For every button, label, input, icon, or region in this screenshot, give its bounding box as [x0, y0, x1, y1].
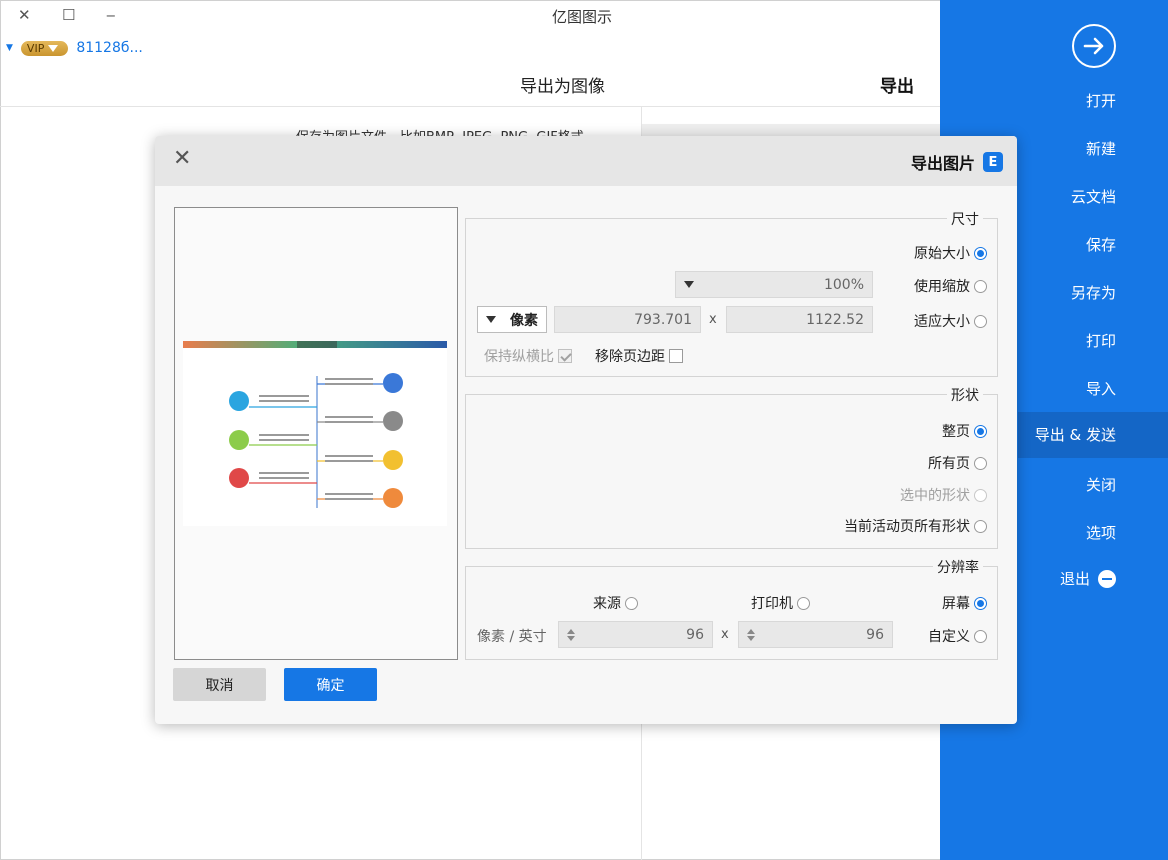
keep-ratio-label: 保持纵横比: [484, 349, 554, 365]
dpi-x-value: 96: [866, 626, 884, 643]
cancel-button[interactable]: 取消: [173, 668, 266, 701]
sidebar-item-print[interactable]: 打印: [1018, 318, 1168, 364]
checkbox-empty-icon: [669, 349, 683, 363]
spinner-icon[interactable]: [567, 628, 575, 641]
selected-shapes-radio[interactable]: 选中的形状: [900, 485, 987, 505]
page-title: 导出: [880, 77, 914, 97]
radio-empty-icon: [974, 314, 987, 328]
header-divider: [0, 106, 940, 107]
export-image-dialog: ✕ 导出图片 E 尺寸 原始大小 使用缩放 100% 适应大小 1122.52 …: [155, 136, 1017, 724]
original-size-label: 原始大小: [914, 246, 970, 262]
dialog-title: 导出图片 E: [911, 150, 1003, 174]
radio-selected-icon: [974, 246, 987, 260]
printer-radio[interactable]: 打印机: [751, 593, 810, 613]
resolution-group-title: 分辨率: [933, 557, 983, 577]
dialog-title-label: 导出图片: [910, 154, 975, 173]
source-radio[interactable]: 来源: [593, 593, 638, 613]
dpi-y-field[interactable]: 96: [558, 621, 713, 648]
all-pages-label: 所有页: [928, 456, 970, 472]
dpi-y-value: 96: [686, 626, 704, 643]
preview-diagram: [183, 341, 447, 526]
spinner-icon[interactable]: [747, 628, 755, 641]
sidebar-item-save-as[interactable]: 另存为: [1018, 270, 1168, 316]
radio-empty-icon: [974, 456, 987, 470]
app-logo-icon: E: [983, 152, 1003, 172]
size-x-separator: x: [709, 312, 717, 327]
shape-group-title: 形状: [947, 385, 983, 405]
export-preview: [174, 207, 458, 660]
current-page-shapes-radio[interactable]: 当前活动页所有形状: [844, 516, 987, 536]
chevron-down-icon: [486, 316, 496, 323]
sidebar-item-cloud[interactable]: 云文档: [1018, 174, 1168, 220]
close-icon[interactable]: ✕: [173, 148, 191, 170]
radio-empty-icon: [797, 596, 810, 610]
selected-shapes-label: 选中的形状: [900, 488, 970, 504]
close-icon[interactable]: ✕: [18, 6, 31, 24]
sidebar-item-new[interactable]: 新建: [1018, 126, 1168, 172]
height-field[interactable]: 793.701: [554, 306, 701, 333]
radio-empty-icon: [974, 519, 987, 533]
chevron-down-icon: [684, 281, 694, 288]
back-arrow-icon[interactable]: [1072, 24, 1116, 68]
screen-label: 屏幕: [942, 596, 970, 612]
sidebar-item-options[interactable]: 选项: [1018, 510, 1168, 556]
unit-select[interactable]: 像素: [477, 306, 547, 333]
sidebar-item-export-send[interactable]: 导出 & 发送: [1018, 412, 1168, 458]
exit-label: 退出: [1059, 570, 1090, 588]
exit-icon: [1098, 570, 1116, 588]
width-field[interactable]: 1122.52: [726, 306, 873, 333]
user-account[interactable]: ▼ VIP 81128б...: [6, 40, 143, 56]
screen-radio[interactable]: 屏幕: [942, 593, 987, 613]
keep-ratio-checkbox[interactable]: 保持纵横比: [484, 346, 572, 366]
radio-empty-icon: [974, 279, 987, 293]
app-title: 亿图图示: [552, 8, 613, 26]
sidebar-item-save[interactable]: 保存: [1018, 222, 1168, 268]
user-id[interactable]: 81128б...: [76, 40, 143, 56]
remove-margin-checkbox[interactable]: 移除页边距: [595, 346, 683, 366]
custom-label: 自定义: [928, 629, 970, 645]
current-page-shapes-label: 当前活动页所有形状: [844, 519, 970, 535]
radio-disabled-icon: [974, 488, 987, 502]
width-value: 1122.52: [806, 311, 864, 328]
export-image-title: 导出为图像: [520, 77, 605, 97]
remove-margin-label: 移除页边距: [595, 349, 665, 365]
source-label: 来源: [593, 596, 621, 612]
fit-size-label: 适应大小: [914, 314, 970, 330]
whole-page-label: 整页: [942, 424, 970, 440]
dropdown-caret-icon[interactable]: ▼: [6, 43, 13, 53]
minimize-icon[interactable]: ‒: [106, 6, 116, 24]
printer-label: 打印机: [751, 596, 793, 612]
original-size-radio[interactable]: 原始大小: [914, 243, 987, 263]
vip-diamond-icon: [48, 44, 59, 52]
zoom-value: 100%: [823, 276, 864, 293]
zoom-select[interactable]: 100%: [675, 271, 873, 298]
dpi-x-separator: x: [721, 627, 729, 642]
radio-empty-icon: [625, 596, 638, 610]
all-pages-radio[interactable]: 所有页: [928, 453, 987, 473]
dpi-unit-label: 像素 / 英寸: [477, 629, 547, 645]
dpi-x-field[interactable]: 96: [738, 621, 893, 648]
use-zoom-radio[interactable]: 使用缩放: [914, 276, 987, 296]
use-zoom-label: 使用缩放: [914, 279, 970, 295]
radio-empty-icon: [974, 629, 987, 643]
sidebar-item-close[interactable]: 关闭: [1018, 462, 1168, 508]
maximize-icon[interactable]: ☐: [62, 6, 75, 24]
vip-label: VIP: [26, 41, 45, 55]
dialog-header: ✕ 导出图片 E: [155, 136, 1017, 186]
height-value: 793.701: [634, 311, 692, 328]
radio-selected-icon: [974, 596, 987, 610]
radio-selected-icon: [974, 424, 987, 438]
checkbox-checked-icon: [558, 349, 572, 363]
size-group-title: 尺寸: [947, 209, 983, 229]
sidebar-item-import[interactable]: 导入: [1018, 366, 1168, 412]
custom-radio[interactable]: 自定义: [928, 626, 987, 646]
sidebar-item-open[interactable]: 打开: [1018, 78, 1168, 124]
unit-value: 像素: [510, 312, 538, 329]
sidebar-item-exit[interactable]: 退出: [1018, 556, 1168, 602]
whole-page-radio[interactable]: 整页: [942, 421, 987, 441]
ok-button[interactable]: 确定: [284, 668, 377, 701]
fit-size-radio[interactable]: 适应大小: [914, 311, 987, 331]
vip-badge[interactable]: VIP: [20, 40, 69, 56]
